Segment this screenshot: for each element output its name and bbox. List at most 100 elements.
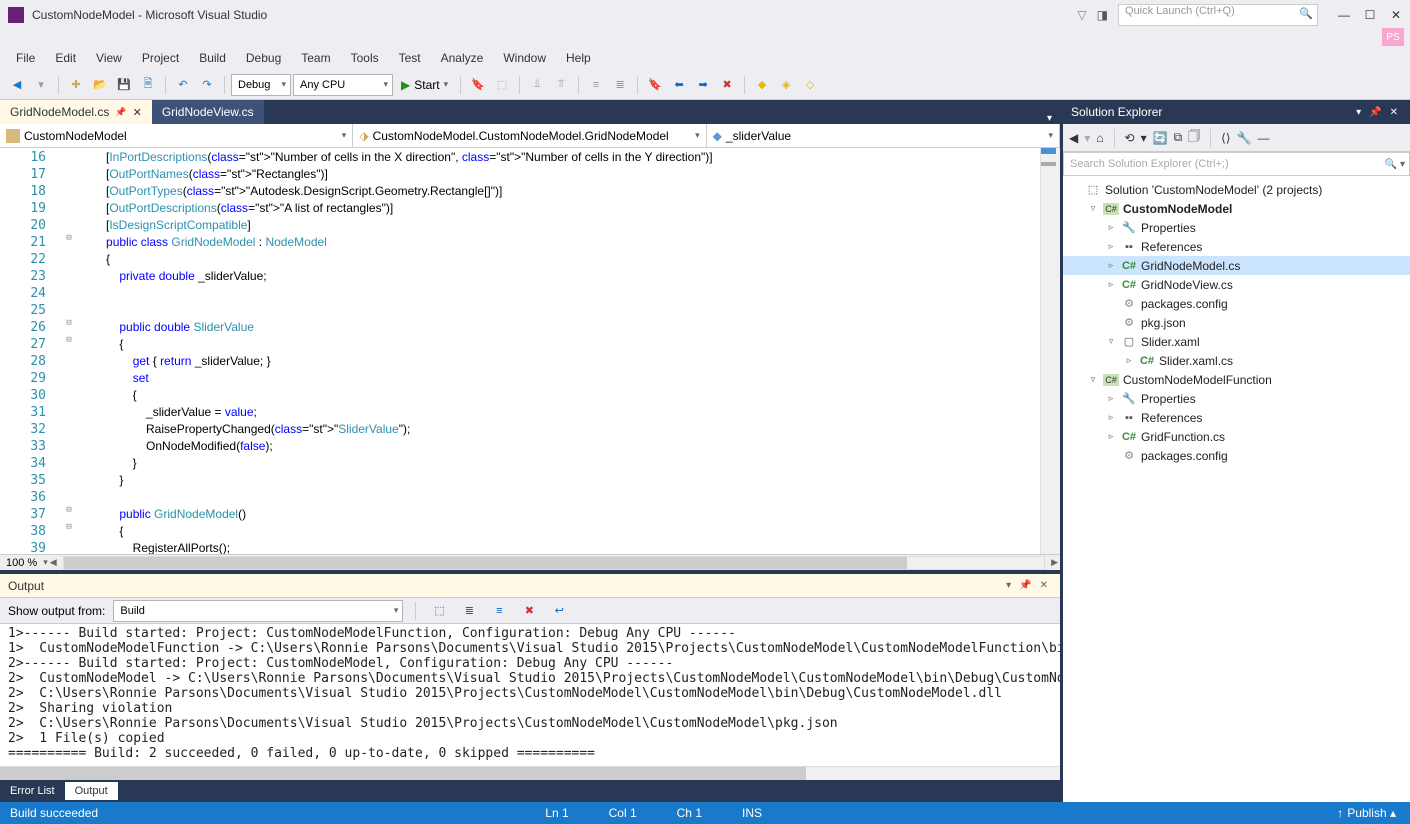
editor-zoom-row: 100 % ▾ ◀ ▶ xyxy=(0,554,1060,570)
user-badge[interactable]: PS xyxy=(1382,28,1404,46)
maximize-button[interactable]: ☐ xyxy=(1364,8,1376,22)
editor-hscroll[interactable] xyxy=(63,556,1045,570)
start-button[interactable]: ▶ Start ▾ xyxy=(395,74,454,96)
bookmark-next[interactable]: ➡ xyxy=(692,74,714,96)
undo-button[interactable]: ↶ xyxy=(172,74,194,96)
nav-type-dropdown[interactable]: ⬗ CustomNodeModel.CustomNodeModel.GridNo… xyxy=(353,124,706,147)
tree-node[interactable]: ▹▪▪References xyxy=(1063,237,1410,256)
tree-node[interactable]: ▿C#CustomNodeModel xyxy=(1063,199,1410,218)
tree-node[interactable]: ⬚Solution 'CustomNodeModel' (2 projects) xyxy=(1063,180,1410,199)
output-panel: Output ▾ 📌 ✕ Show output from: Build ⬚ ≣… xyxy=(0,570,1060,780)
output-tool-clear[interactable]: ✖ xyxy=(518,600,540,622)
sln-refresh-icon[interactable]: 🔄 xyxy=(1153,131,1168,145)
menu-window[interactable]: Window xyxy=(493,48,556,68)
output-tool-2[interactable]: ≣ xyxy=(458,600,480,622)
menu-file[interactable]: File xyxy=(6,48,45,68)
tab-GridNodeView-cs[interactable]: GridNodeView.cs xyxy=(152,100,264,124)
save-all-button[interactable]: 🗎 xyxy=(137,74,159,96)
sln-properties-icon[interactable]: 🔧 xyxy=(1237,131,1252,145)
nav-back-button[interactable]: ◀ xyxy=(6,74,28,96)
sln-back-icon[interactable]: ◀ xyxy=(1069,131,1078,145)
nav-project-dropdown[interactable]: CustomNodeModel xyxy=(0,124,353,147)
output-source-dropdown[interactable]: Build xyxy=(113,600,403,622)
menu-test[interactable]: Test xyxy=(389,48,431,68)
tool-icon-3[interactable]: ⫫ xyxy=(526,74,548,96)
menu-edit[interactable]: Edit xyxy=(45,48,86,68)
menu-build[interactable]: Build xyxy=(189,48,236,68)
menu-tools[interactable]: Tools xyxy=(341,48,389,68)
nav-member-dropdown[interactable]: ◆ _sliderValue xyxy=(707,124,1060,147)
solution-tree[interactable]: ⬚Solution 'CustomNodeModel' (2 projects)… xyxy=(1063,176,1410,802)
tree-node[interactable]: ⚙packages.config xyxy=(1063,294,1410,313)
tool-yellow-1[interactable]: ◆ xyxy=(751,74,773,96)
menu-view[interactable]: View xyxy=(86,48,132,68)
bottom-tab-output[interactable]: Output xyxy=(65,782,118,800)
bookmark-icon[interactable]: 🔖 xyxy=(644,74,666,96)
sln-fwd-icon[interactable]: ▾ xyxy=(1084,131,1090,145)
tree-node[interactable]: ▹C#GridFunction.cs xyxy=(1063,427,1410,446)
output-dropdown-icon[interactable]: ▾ xyxy=(1002,580,1015,591)
new-project-button[interactable]: ✚ xyxy=(65,74,87,96)
tab-GridNodeModel-cs[interactable]: GridNodeModel.cs📌✕ xyxy=(0,100,152,124)
solution-search-input[interactable]: Search Solution Explorer (Ctrl+;) xyxy=(1063,152,1410,176)
close-button[interactable]: ✕ xyxy=(1390,8,1402,22)
notification-icon[interactable]: ▽ xyxy=(1077,8,1086,22)
output-tool-3[interactable]: ≡ xyxy=(488,600,510,622)
tree-node[interactable]: ▿▢Slider.xaml xyxy=(1063,332,1410,351)
zoom-value[interactable]: 100 % xyxy=(0,557,43,569)
quick-launch-input[interactable]: Quick Launch (Ctrl+Q) xyxy=(1118,4,1318,26)
menu-analyze[interactable]: Analyze xyxy=(431,48,494,68)
save-button[interactable]: 💾 xyxy=(113,74,135,96)
tool-icon-1[interactable]: 🔖 xyxy=(467,74,489,96)
tree-node[interactable]: ▹C#GridNodeView.cs xyxy=(1063,275,1410,294)
sln-home-icon[interactable]: ⌂ xyxy=(1096,131,1103,145)
sln-dropdown-icon[interactable]: ▾ xyxy=(1352,107,1365,118)
redo-button[interactable]: ↷ xyxy=(196,74,218,96)
publish-button[interactable]: ↑ Publish ▴ xyxy=(1337,806,1400,820)
tree-node[interactable]: ▹🔧Properties xyxy=(1063,218,1410,237)
sln-code-icon[interactable]: ⟨⟩ xyxy=(1221,131,1230,145)
sln-showall-icon[interactable]: 🗍 xyxy=(1188,127,1200,148)
output-tool-1[interactable]: ⬚ xyxy=(428,600,450,622)
menu-project[interactable]: Project xyxy=(132,48,189,68)
menu-debug[interactable]: Debug xyxy=(236,48,291,68)
menu-team[interactable]: Team xyxy=(291,48,340,68)
tabs-overflow-button[interactable]: ▾ xyxy=(1039,113,1060,124)
output-hscroll[interactable] xyxy=(0,766,1060,780)
tool-icon-5[interactable]: ≡ xyxy=(585,74,607,96)
minimize-button[interactable]: — xyxy=(1338,8,1350,22)
tree-node[interactable]: ▹C#Slider.xaml.cs xyxy=(1063,351,1410,370)
bookmark-prev[interactable]: ⬅ xyxy=(668,74,690,96)
tree-node[interactable]: ▿C#CustomNodeModelFunction xyxy=(1063,370,1410,389)
tree-node[interactable]: ⚙pkg.json xyxy=(1063,313,1410,332)
output-tool-wrap[interactable]: ↩ xyxy=(548,600,570,622)
nav-fwd-button[interactable]: ▾ xyxy=(30,74,52,96)
sln-pending-icon[interactable]: ▾ xyxy=(1141,131,1147,145)
sln-pin-icon[interactable]: 📌 xyxy=(1365,107,1385,118)
tree-node[interactable]: ⚙packages.config xyxy=(1063,446,1410,465)
sln-preview-icon[interactable]: — xyxy=(1257,131,1269,145)
sln-scope-icon[interactable]: ⟲ xyxy=(1125,131,1135,145)
output-text[interactable]: 1>------ Build started: Project: CustomN… xyxy=(0,624,1060,766)
tool-yellow-3[interactable]: ◇ xyxy=(799,74,821,96)
open-button[interactable]: 📂 xyxy=(89,74,111,96)
tree-node[interactable]: ▹C#GridNodeModel.cs xyxy=(1063,256,1410,275)
tool-icon-4[interactable]: ⫪ xyxy=(550,74,572,96)
feedback-icon[interactable]: ◨ xyxy=(1097,8,1108,22)
tree-node[interactable]: ▹🔧Properties xyxy=(1063,389,1410,408)
sln-collapse-icon[interactable]: ⧉ xyxy=(1174,130,1183,145)
tool-icon-2[interactable]: ⬚ xyxy=(491,74,513,96)
bookmark-clear[interactable]: ✖ xyxy=(716,74,738,96)
tool-yellow-2[interactable]: ◈ xyxy=(775,74,797,96)
bottom-tab-error-list[interactable]: Error List xyxy=(0,782,65,800)
sln-close-icon[interactable]: ✕ xyxy=(1386,107,1402,118)
output-pin-icon[interactable]: 📌 xyxy=(1015,580,1035,591)
menu-help[interactable]: Help xyxy=(556,48,601,68)
platform-dropdown[interactable]: Any CPU xyxy=(293,74,393,96)
code-editor[interactable]: 1617181920212223242526272829303132333435… xyxy=(0,148,1060,554)
configuration-dropdown[interactable]: Debug xyxy=(231,74,291,96)
tree-node[interactable]: ▹▪▪References xyxy=(1063,408,1410,427)
output-close-icon[interactable]: ✕ xyxy=(1036,580,1052,591)
scroll-marker-bar[interactable] xyxy=(1040,148,1060,554)
tool-icon-6[interactable]: ≣ xyxy=(609,74,631,96)
